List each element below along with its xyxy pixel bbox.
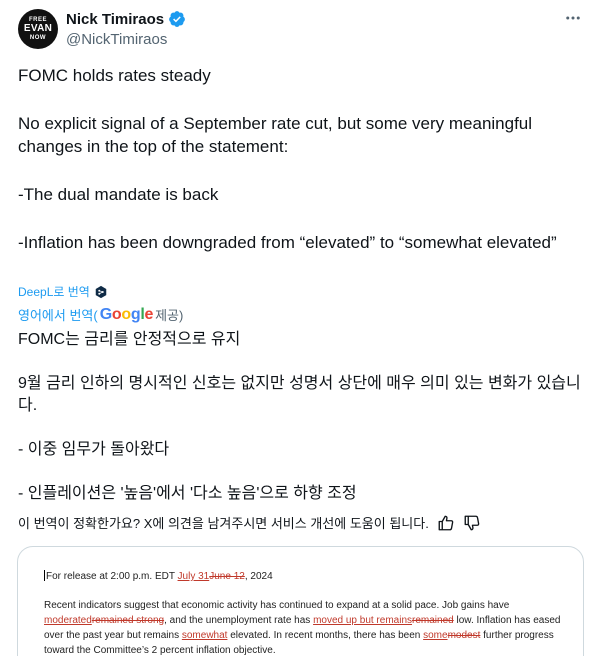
deepl-translate-link[interactable]: DeepL로 번역 (18, 283, 108, 300)
release-prefix: For release at 2:00 p.m. EDT (46, 571, 178, 582)
inserted-text: somewhat (181, 630, 228, 641)
text-run: , and the unemployment rate has (164, 615, 314, 626)
deleted-text: remained (412, 615, 454, 626)
tweet-text: FOMC holds rates steady No explicit sign… (18, 64, 563, 254)
translated-text: FOMC는 금리를 안정적으로 유지 9월 금리 인하의 명시적인 신호는 없지… (18, 329, 583, 505)
inserted-text: July 31 (177, 571, 210, 582)
avatar-text-line3: NOW (29, 35, 47, 41)
deleted-text: modest (447, 630, 481, 641)
fomc-statement-redline: For release at 2:00 p.m. EDT July 31June… (44, 570, 564, 656)
author-name-row: Nick Timiraos (66, 10, 186, 28)
translation-line: - 인플레이션은 '높음'에서 '다소 높음'으로 하향 조정 (18, 485, 357, 502)
feedback-text: 이 번역이 정확한가요? X에 의견을 남겨주시면 서비스 개선에 도움이 됩니… (18, 516, 429, 531)
statement-paragraph: Recent indicators suggest that economic … (44, 598, 564, 656)
translation-feedback: 이 번역이 정확한가요? X에 의견을 남겨주시면 서비스 개선에 도움이 됩니… (18, 513, 481, 532)
attached-image-card[interactable]: For release at 2:00 p.m. EDT July 31June… (17, 546, 584, 656)
translation-line: FOMC는 금리를 안정적으로 유지 (18, 331, 241, 348)
translation-line: 9월 금리 인하의 명시적인 신호는 없지만 성명서 상단에 매우 의미 있는 … (18, 375, 581, 414)
inserted-text: some (423, 630, 448, 641)
google-suffix: 제공) (155, 308, 184, 323)
verified-badge-icon[interactable] (168, 10, 186, 28)
deepl-icon (95, 285, 107, 298)
text-run: elevated. In recent months, there has be… (227, 630, 424, 641)
google-prefix: 영어에서 번역( (18, 308, 98, 323)
author-handle[interactable]: @NickTimiraos (66, 31, 167, 48)
tweet-line: No explicit signal of a September rate c… (18, 114, 533, 156)
deleted-text: June 12 (209, 571, 245, 582)
tweet-line: -The dual mandate is back (18, 185, 219, 204)
inserted-text: moderated (44, 615, 92, 626)
google-logo: Google (99, 305, 154, 323)
release-line: For release at 2:00 p.m. EDT July 31June… (44, 570, 564, 582)
thumbs-up-icon[interactable] (437, 514, 455, 532)
tweet-line: -Inflation has been downgraded from “ele… (18, 233, 557, 252)
translation-line: - 이중 임무가 돌아왔다 (18, 441, 170, 458)
text-run: Recent indicators suggest that economic … (44, 600, 510, 611)
avatar-text-line2: EVAN (23, 23, 53, 34)
more-options-icon[interactable] (563, 8, 583, 28)
inserted-text: moved up but remains (313, 615, 413, 626)
google-translate-attribution[interactable]: 영어에서 번역( Google 제공) (18, 305, 183, 324)
author-avatar[interactable]: FREE EVAN NOW (18, 9, 58, 49)
release-suffix: , 2024 (244, 571, 273, 582)
deleted-text: remained strong (91, 615, 165, 626)
author-display-name[interactable]: Nick Timiraos (66, 11, 164, 28)
tweet-line: FOMC holds rates steady (18, 66, 211, 85)
deepl-label: DeepL로 번역 (18, 285, 90, 299)
thumbs-down-icon[interactable] (463, 514, 481, 532)
